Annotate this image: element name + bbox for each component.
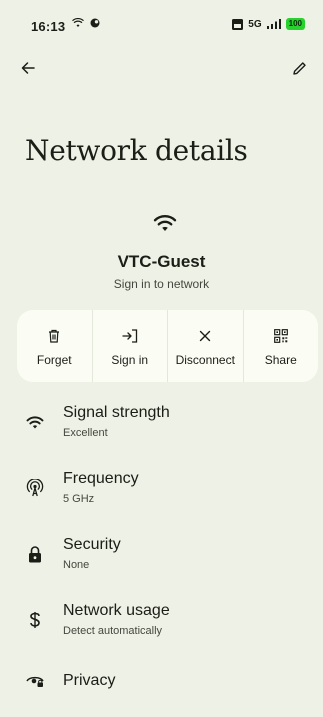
forget-button[interactable]: Forget bbox=[17, 310, 93, 382]
network-usage-title: Network usage bbox=[63, 602, 170, 619]
sim-icon bbox=[232, 18, 244, 30]
signal-strength-value: Excellent bbox=[63, 427, 108, 439]
network-status: Sign in to network bbox=[113, 277, 210, 291]
security-row[interactable]: Security None bbox=[0, 530, 323, 590]
wifi-hero-icon bbox=[153, 215, 177, 231]
network-usage-value: Detect automatically bbox=[63, 625, 163, 637]
frequency-value: 5 GHz bbox=[63, 493, 95, 505]
signal-strength-title: Signal strength bbox=[63, 404, 170, 421]
edit-button[interactable] bbox=[285, 54, 313, 82]
sign-in-button[interactable]: Sign in bbox=[93, 310, 168, 382]
forget-label: Forget bbox=[36, 353, 72, 367]
share-label: Share bbox=[264, 353, 297, 367]
lock-icon bbox=[29, 545, 41, 562]
share-button[interactable]: Share bbox=[244, 310, 319, 382]
privacy-row[interactable]: Privacy bbox=[0, 662, 323, 708]
disconnect-label: Disconnect bbox=[175, 353, 235, 367]
security-value: None bbox=[63, 559, 90, 571]
network-usage-row[interactable]: Network usage Detect automatically bbox=[0, 596, 323, 656]
frequency-title: Frequency bbox=[63, 470, 139, 487]
frequency-row[interactable]: Frequency 5 GHz bbox=[0, 464, 323, 524]
signal-strength-row[interactable]: Signal strength Excellent bbox=[0, 398, 323, 458]
privacy-eye-icon bbox=[26, 676, 44, 687]
notification-dot-icon bbox=[90, 18, 100, 28]
status-bar: 16:13 5G 100 bbox=[0, 0, 323, 52]
page-title: Network details bbox=[25, 134, 248, 167]
back-button[interactable] bbox=[14, 54, 42, 82]
network-type: 5G bbox=[248, 18, 262, 30]
security-title: Security bbox=[63, 536, 121, 553]
network-name: VTC-Guest bbox=[117, 252, 206, 271]
battery-level: 100 bbox=[285, 18, 305, 30]
sign-in-label: Sign in bbox=[111, 353, 149, 367]
trash-icon bbox=[49, 329, 60, 343]
antenna-icon bbox=[26, 479, 44, 497]
privacy-title: Privacy bbox=[63, 672, 116, 689]
status-time: 16:13 bbox=[31, 19, 66, 34]
arrow-back-icon bbox=[21, 62, 35, 74]
wifi-icon bbox=[26, 415, 44, 428]
sign-in-icon bbox=[122, 329, 137, 343]
qr-code-icon bbox=[273, 329, 288, 343]
disconnect-button[interactable]: Disconnect bbox=[168, 310, 244, 382]
dollar-icon bbox=[30, 612, 40, 628]
close-icon bbox=[200, 330, 211, 342]
wifi-status-icon bbox=[72, 18, 84, 27]
signal-bars-icon bbox=[266, 19, 281, 29]
actions-card: Forget Sign in Disconnect Share bbox=[17, 310, 318, 382]
pencil-edit-icon bbox=[292, 61, 306, 75]
